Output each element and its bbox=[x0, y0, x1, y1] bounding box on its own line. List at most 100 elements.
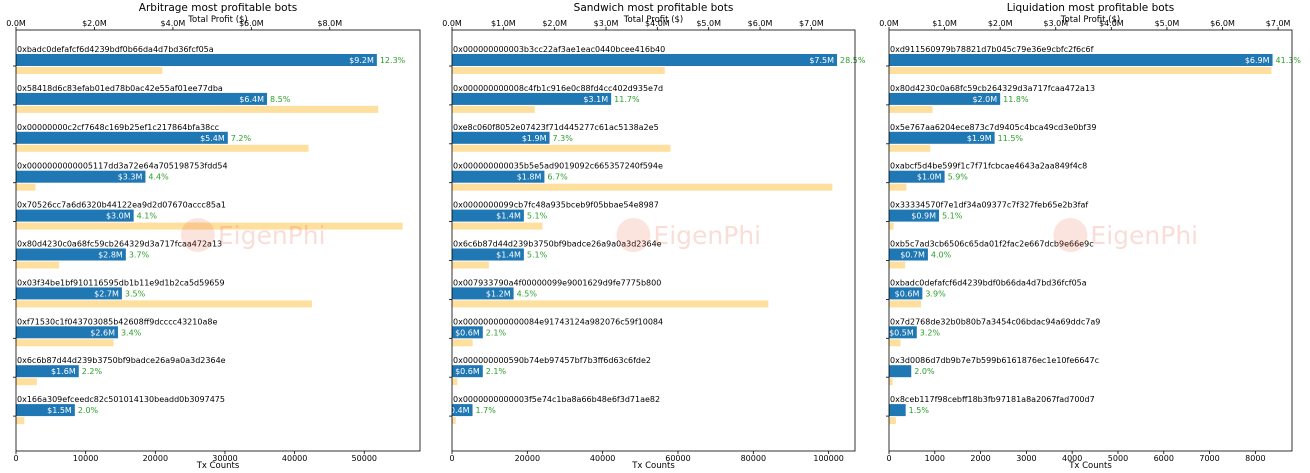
profit-tick-label: $1.0M bbox=[932, 19, 957, 28]
profit-percent-label: 5.1% bbox=[942, 212, 963, 221]
profit-tick-label: $5.0M bbox=[696, 19, 721, 28]
bot-address-label: 0x000000000035b5e5ad9019092c665357240f59… bbox=[453, 162, 663, 171]
count-tick-label: 100000 bbox=[813, 454, 844, 463]
watermark-logo-icon bbox=[1053, 218, 1088, 252]
profit-value-label: $1.9M bbox=[967, 134, 992, 143]
count-tick-label: 20000 bbox=[143, 454, 168, 463]
profit-bar bbox=[16, 92, 268, 105]
bot-address-label: 0xd911560979b78821d7b045c79e36e9cbfc2f6c… bbox=[890, 45, 1094, 54]
count-tick-label: 20000 bbox=[515, 454, 540, 463]
tx-count-bar bbox=[452, 222, 543, 230]
tx-count-bar bbox=[889, 144, 931, 152]
tx-count-bar bbox=[16, 300, 313, 308]
profit-bar bbox=[16, 54, 377, 66]
profit-percent-label: 4.0% bbox=[931, 251, 952, 260]
profit-value-label: $2.7M bbox=[94, 289, 119, 298]
profit-tick-label: $2.0M bbox=[542, 19, 567, 28]
bot-address-label: 0x0000000000003f5e74c1ba8a66b48e6f3d71ae… bbox=[453, 395, 660, 404]
count-tick-label: 40000 bbox=[590, 454, 615, 463]
tx-count-bar bbox=[452, 339, 473, 347]
tx-count-bar bbox=[452, 144, 671, 152]
count-tick-label: 50000 bbox=[352, 454, 377, 463]
watermark-logo-icon bbox=[616, 218, 651, 252]
tx-count-bar bbox=[452, 67, 665, 74]
profit-bar bbox=[16, 131, 228, 144]
profit-tick-label: $4.0M bbox=[161, 19, 186, 28]
tx-count-bar bbox=[452, 417, 456, 425]
profit-percent-label: 3.4% bbox=[121, 328, 142, 337]
profit-percent-label: 3.9% bbox=[925, 289, 946, 298]
profit-value-label: $0.5M bbox=[889, 328, 914, 337]
profit-tick-label: 0.0M bbox=[879, 19, 899, 28]
profit-tick-label: $7.0M bbox=[1266, 19, 1291, 28]
profit-tick-label: $7.0M bbox=[799, 19, 824, 28]
profit-percent-label: 3.2% bbox=[920, 328, 941, 337]
profit-percent-label: 8.5% bbox=[270, 95, 291, 104]
bot-address-label: 0x166a309efceedc82c501014130beadd0b30974… bbox=[17, 395, 225, 404]
tx-count-bar bbox=[16, 183, 36, 191]
profit-percent-label: 3.7% bbox=[129, 251, 150, 260]
tx-count-bar bbox=[889, 300, 922, 308]
tx-count-bar bbox=[16, 261, 60, 269]
profit-value-label: $2.8M bbox=[98, 251, 123, 260]
profit-value-label: $0.9M bbox=[911, 212, 936, 221]
bot-address-label: 0x0000000099cb7fc48a935bceb9f05bbae54e89… bbox=[453, 201, 659, 210]
tx-count-bar bbox=[889, 378, 893, 386]
profit-percent-label: 2.1% bbox=[486, 367, 507, 376]
tx-count-bar bbox=[889, 183, 907, 191]
bot-address-label: 0x000000000003b3cc22af3ae1eac0440bcee416… bbox=[453, 45, 665, 54]
tx-count-bar bbox=[889, 105, 933, 113]
profit-tick-label: $3.0M bbox=[594, 19, 619, 28]
chart-title: Liquidation most profitable bots bbox=[1007, 2, 1175, 14]
bot-address-label: 0x6c6b87d44d239b3750bf9badce26a9a0a3d236… bbox=[17, 356, 226, 365]
profit-value-label: $0.6M bbox=[455, 328, 480, 337]
profit-percent-label: 28.5% bbox=[840, 56, 866, 65]
chart-panel-1: Arbitrage most profitable botsTotal Prof… bbox=[6, 2, 421, 471]
count-tick-label: 6000 bbox=[1154, 454, 1174, 463]
profit-percent-label: 2.0% bbox=[78, 406, 99, 415]
bot-address-label: 0xbadc0defafcf6d4239bdf0b66da4d7bd36fcf0… bbox=[890, 278, 1087, 287]
bot-address-label: 0x0000000000005117dd3a72e64a705198753fdd… bbox=[17, 162, 228, 171]
profit-tick-label: $4.0M bbox=[1099, 19, 1124, 28]
profit-percent-label: 2.2% bbox=[82, 367, 103, 376]
profit-percent-label: 11.8% bbox=[1003, 95, 1029, 104]
profit-value-label: $1.9M bbox=[522, 134, 547, 143]
tx-count-bar bbox=[16, 417, 25, 425]
tx-count-bar bbox=[16, 67, 163, 74]
profit-percent-label: 1.5% bbox=[909, 406, 930, 415]
bot-address-label: 0xf71530c1f043703085b42608ff9dcccc43210a… bbox=[17, 317, 217, 326]
profit-percent-label: 3.5% bbox=[125, 289, 146, 298]
profit-percent-label: 2.1% bbox=[486, 328, 507, 337]
bot-address-label: 0xe8c060f8052e07423f71d445277c61ac5138a2… bbox=[453, 123, 659, 132]
profit-value-label: $1.5M bbox=[47, 406, 72, 415]
profit-percent-label: 41.3% bbox=[1276, 56, 1302, 65]
profit-value-label: $6.9M bbox=[1245, 56, 1270, 65]
profit-tick-label: 0.0M bbox=[442, 19, 462, 28]
tx-count-bar bbox=[889, 222, 894, 230]
bot-address-label: 0x3d0086d7db9b7e7b599b6161876ec1e10fe664… bbox=[890, 356, 1099, 365]
bottom-axis-label: Tx Counts bbox=[196, 461, 240, 471]
profit-tick-label: $6.0M bbox=[748, 19, 773, 28]
profit-tick-label: 0.0M bbox=[6, 19, 26, 28]
profit-tick-label: $1.0M bbox=[491, 19, 516, 28]
profitable-bots-charts: Arbitrage most profitable botsTotal Prof… bbox=[6, 2, 1302, 471]
tx-count-bar bbox=[452, 300, 769, 308]
bot-address-label: 0x00000000c2cf7648c169b25ef1c217864bfa38… bbox=[17, 123, 219, 132]
profit-tick-label: $6.0M bbox=[239, 19, 264, 28]
bot-address-label: 0x33334570f7e1df34a09377c7f327feb65e2b3f… bbox=[890, 201, 1088, 210]
bot-address-label: 0x000000000008c4fb1c916e0c88fd4cc402d935… bbox=[453, 84, 663, 93]
bot-address-label: 0xabcf5d4be599f1c7f71fcbcae4643a2aa849f4… bbox=[890, 162, 1087, 171]
profit-value-label: $3.1M bbox=[583, 95, 608, 104]
bottom-axis-label: Tx Counts bbox=[631, 461, 675, 471]
bot-address-label: 0xbadc0defafcf6d4239bdf0b66da4d7bd36fcf0… bbox=[17, 45, 214, 54]
tx-count-bar bbox=[16, 105, 379, 113]
bot-address-label: 0x58418d6c83efab01ed78b0ac42e55af01ee77d… bbox=[17, 84, 223, 93]
profit-percent-label: 7.3% bbox=[553, 134, 574, 143]
tx-count-bar bbox=[452, 261, 489, 269]
profit-percent-label: 5.9% bbox=[948, 173, 969, 182]
chart-title: Arbitrage most profitable bots bbox=[139, 2, 297, 14]
profit-value-label: $0.6M bbox=[455, 367, 480, 376]
tx-count-bar bbox=[452, 105, 535, 113]
profit-value-label: $2.6M bbox=[90, 328, 115, 337]
bot-address-label: 0x000000000590b74eb97457bf7b3ff6d63c6fde… bbox=[453, 356, 651, 365]
